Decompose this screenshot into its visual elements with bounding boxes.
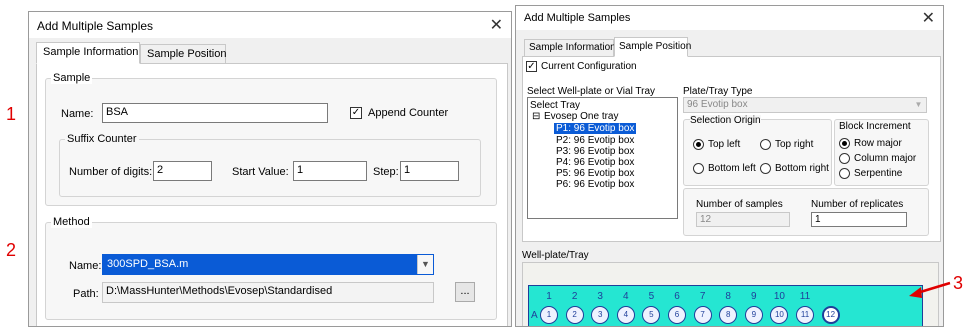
row-major-radio[interactable] xyxy=(839,138,850,149)
origin-bottom-right-label: Bottom right xyxy=(775,163,829,174)
plate-well[interactable]: 2 xyxy=(565,306,584,324)
annotation-2: 2 xyxy=(6,240,17,260)
tree-group[interactable]: Evosep One tray xyxy=(544,111,618,122)
method-name-select[interactable]: 300SPD_BSA.m ▼ xyxy=(102,254,434,275)
serpentine-label: Serpentine xyxy=(854,168,903,179)
plate-well[interactable]: 12 xyxy=(821,306,840,324)
select-tray-label: Select Well-plate or Vial Tray xyxy=(527,86,656,97)
plate-column-header: 5 xyxy=(648,291,655,302)
right-tab-sample-position[interactable]: Sample Position xyxy=(614,37,691,57)
plate-column-header: 6 xyxy=(674,291,680,302)
origin-top-left-radio[interactable] xyxy=(693,139,704,150)
tree-item-p4[interactable]: P4: 96 Evotip box xyxy=(556,157,634,168)
row-major-label: Row major xyxy=(854,138,902,149)
step-label: Step: xyxy=(373,166,399,178)
num-replicates-input[interactable]: 1 xyxy=(811,212,907,227)
plate-column-header: 3 xyxy=(597,291,603,302)
tree-item-p1[interactable]: P1: 96 Evotip box xyxy=(554,123,637,134)
current-config-label: Current Configuration xyxy=(541,61,637,72)
chevron-down-icon[interactable]: ▼ xyxy=(417,255,433,274)
left-dialog: Add Multiple Samples ✕ Sample Informatio… xyxy=(28,11,512,327)
tree-item-p3[interactable]: P3: 96 Evotip box xyxy=(556,146,634,157)
selection-origin-group xyxy=(683,119,832,186)
wellplate-label: Well-plate/Tray xyxy=(522,250,589,261)
right-titlebar: Add Multiple Samples ✕ xyxy=(516,6,943,30)
method-path-field: D:\MassHunter\Methods\Evosep\Standardise… xyxy=(102,282,434,303)
left-tab-panel: Sample Name: BSA ✓ Append Counter Suffix… xyxy=(36,63,508,326)
column-major-radio[interactable] xyxy=(839,153,850,164)
annotation-1: 1 xyxy=(6,104,17,124)
plate-column-header: 7 xyxy=(699,291,706,302)
digits-input[interactable]: 2 xyxy=(153,161,212,181)
plate-column-header: 9 xyxy=(751,291,757,302)
suffix-counter-label: Suffix Counter xyxy=(65,133,139,145)
plate-type-label: Plate/Tray Type xyxy=(683,86,753,97)
start-value-input[interactable]: 1 xyxy=(293,161,367,181)
tree-item-p6[interactable]: P6: 96 Evotip box xyxy=(556,179,634,190)
selection-origin-label: Selection Origin xyxy=(690,115,761,126)
num-samples-field: 12 xyxy=(696,212,790,227)
right-tab-sample-information[interactable]: Sample Information xyxy=(524,39,616,57)
block-increment-label: Block Increment xyxy=(839,121,911,132)
plate-well[interactable]: 11 xyxy=(796,306,814,324)
right-dialog: Add Multiple Samples ✕ Sample Informatio… xyxy=(515,5,944,327)
plate-well[interactable]: 1 xyxy=(540,306,558,324)
plate-type-chevron-icon: ▼ xyxy=(914,100,923,109)
column-major-label: Column major xyxy=(854,153,917,164)
plate-column-header: 1 xyxy=(546,291,552,302)
method-name-label: Name: xyxy=(69,260,102,272)
start-value-label: Start Value: xyxy=(232,166,289,178)
method-path-label: Path: xyxy=(73,288,99,300)
tree-expander-icon[interactable]: ⊟ xyxy=(532,111,540,122)
tree-item-p5[interactable]: P5: 96 Evotip box xyxy=(556,168,634,179)
num-replicates-label: Number of replicates xyxy=(811,199,904,210)
origin-top-left-label: Top left xyxy=(708,139,741,150)
method-name-value: 300SPD_BSA.m xyxy=(103,255,419,274)
origin-bottom-left-label: Bottom left xyxy=(708,163,756,174)
sample-group-label: Sample xyxy=(51,72,93,84)
tab-sample-information[interactable]: Sample Information xyxy=(36,42,140,64)
plate-column-header: 8 xyxy=(725,291,731,302)
plate-well[interactable]: 4 xyxy=(616,306,635,324)
plate-row-label-a: A xyxy=(531,310,538,321)
tab-sample-position[interactable]: Sample Position xyxy=(140,44,227,64)
method-group-label: Method xyxy=(51,216,92,228)
right-close-icon[interactable]: ✕ xyxy=(922,8,935,28)
plate-well[interactable]: 6 xyxy=(668,306,686,324)
plate-well[interactable]: 9 xyxy=(744,306,763,324)
left-titlebar: Add Multiple Samples ✕ xyxy=(29,12,511,38)
plate-type-select: 96 Evotip box ▼ xyxy=(683,97,927,113)
num-samples-label: Number of samples xyxy=(696,199,783,210)
origin-top-right-radio[interactable] xyxy=(760,139,771,150)
annotation-arrow-icon xyxy=(909,281,951,298)
serpentine-radio[interactable] xyxy=(839,168,850,179)
append-counter-label: Append Counter xyxy=(368,107,449,119)
right-dialog-title: Add Multiple Samples xyxy=(524,12,631,24)
sample-name-input[interactable]: BSA xyxy=(102,103,328,123)
digits-label: Number of digits: xyxy=(69,166,153,178)
plate-column-header: 4 xyxy=(623,291,629,302)
tree-root[interactable]: Select Tray xyxy=(530,100,580,111)
tree-item-p2[interactable]: P2: 96 Evotip box xyxy=(556,135,634,146)
left-dialog-title: Add Multiple Samples xyxy=(37,19,154,33)
plate-type-value: 96 Evotip box xyxy=(687,99,748,110)
plate-column-header: 2 xyxy=(571,291,578,302)
browse-button[interactable]: ... xyxy=(455,282,475,302)
plate-column-header: 10 xyxy=(773,291,785,302)
origin-top-right-label: Top right xyxy=(775,139,814,150)
current-config-checkbox[interactable]: ✓ xyxy=(526,61,537,72)
append-counter-checkbox[interactable]: ✓ xyxy=(350,107,362,119)
sample-name-label: Name: xyxy=(61,108,94,120)
left-close-icon[interactable]: ✕ xyxy=(490,15,503,35)
tray-tree[interactable]: Select Tray ⊟ Evosep One tray P1: 96 Evo… xyxy=(527,97,678,219)
plate-column-header: 11 xyxy=(799,291,811,302)
plate-well[interactable]: 7 xyxy=(693,306,712,324)
step-input[interactable]: 1 xyxy=(400,161,459,181)
origin-bottom-right-radio[interactable] xyxy=(760,163,771,174)
origin-bottom-left-radio[interactable] xyxy=(693,163,704,174)
right-tab-panel: ✓ Current Configuration Select Well-plat… xyxy=(522,56,941,242)
